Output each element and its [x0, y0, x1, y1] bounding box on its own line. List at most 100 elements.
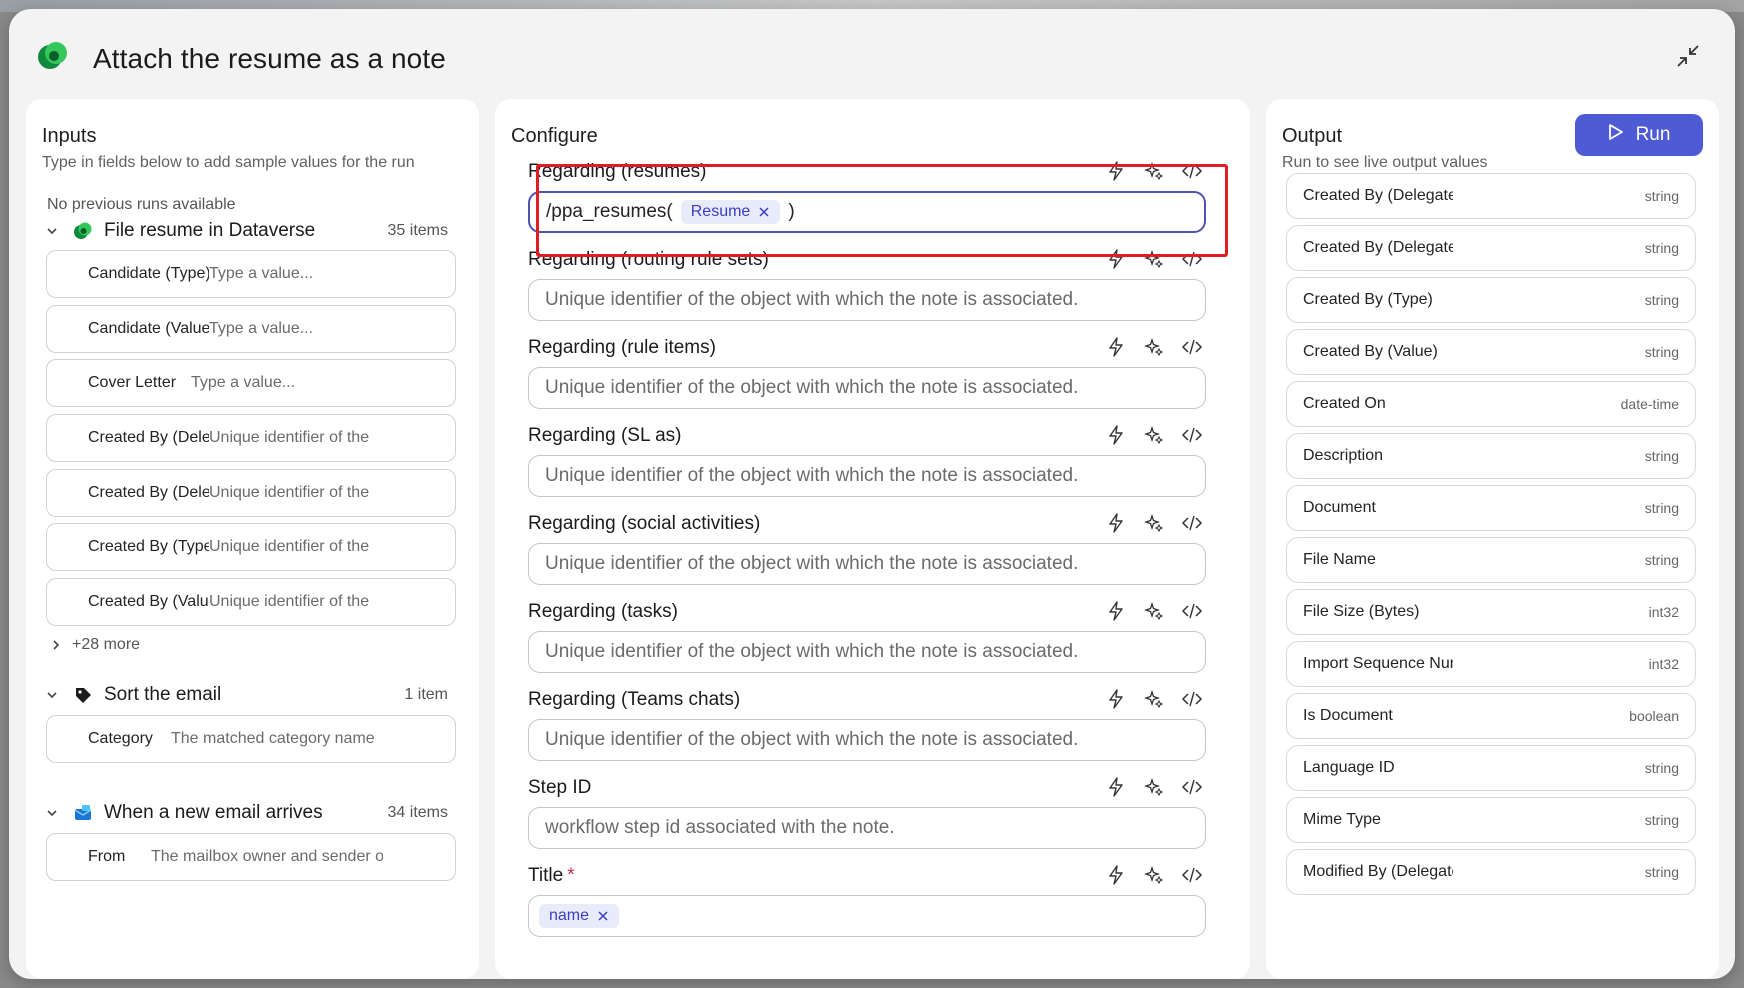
dialog-header: Attach the resume as a note	[9, 9, 1735, 99]
sparkle-icon[interactable]	[1142, 687, 1166, 711]
input-field[interactable]: Created By (Dele Unique identifier of th…	[46, 414, 456, 462]
lightning-icon[interactable]	[1104, 511, 1128, 535]
chevron-down-icon[interactable]	[42, 685, 62, 705]
output-item[interactable]: Description string	[1286, 433, 1696, 479]
input-value[interactable]: The mailbox owner and sender o	[151, 848, 383, 866]
regarding-resumes-input[interactable]: /ppa_resumes( Resume )	[528, 191, 1206, 233]
output-item[interactable]: File Name string	[1286, 537, 1696, 583]
lightning-icon[interactable]	[1104, 247, 1128, 271]
output-item[interactable]: Mime Type string	[1286, 797, 1696, 843]
lightning-icon[interactable]	[1104, 775, 1128, 799]
input-field[interactable]: Created By (Value Unique identifier of t…	[46, 578, 456, 626]
output-type: string	[1644, 864, 1679, 880]
sparkle-icon[interactable]	[1142, 423, 1166, 447]
input-value[interactable]: Unique identifier of the	[209, 429, 369, 447]
dataverse-icon	[72, 220, 94, 242]
input-field[interactable]: Created By (Type Unique identifier of th…	[46, 523, 456, 571]
input-field[interactable]: Candidate (Type) Type a value...	[46, 250, 456, 298]
output-item[interactable]: Created By (Type) string	[1286, 277, 1696, 323]
input-value[interactable]: Type a value...	[209, 320, 313, 338]
code-icon[interactable]	[1180, 863, 1204, 887]
field-label: Regarding (rule items)	[528, 337, 716, 358]
rule-items-input[interactable]: Unique identifier of the object with whi…	[528, 367, 1206, 409]
lightning-icon[interactable]	[1104, 863, 1128, 887]
action-dialog: Attach the resume as a note Inputs Type …	[9, 9, 1735, 979]
input-field[interactable]: Category The matched category name	[46, 715, 456, 763]
input-value[interactable]: Unique identifier of the	[209, 484, 369, 502]
code-icon[interactable]	[1180, 247, 1204, 271]
lightning-icon[interactable]	[1104, 599, 1128, 623]
sparkle-icon[interactable]	[1142, 335, 1166, 359]
output-type: string	[1644, 552, 1679, 568]
output-item[interactable]: Created By (Delegate) string	[1286, 225, 1696, 271]
run-button[interactable]: Run	[1575, 114, 1703, 156]
input-value[interactable]: Unique identifier of the	[209, 593, 369, 611]
title-label: Title	[528, 865, 564, 886]
output-item[interactable]: Created By (Value) string	[1286, 329, 1696, 375]
output-item[interactable]: Created On date-time	[1286, 381, 1696, 427]
code-icon[interactable]	[1180, 423, 1204, 447]
sparkle-icon[interactable]	[1142, 159, 1166, 183]
input-field[interactable]: From The mailbox owner and sender o	[46, 833, 456, 881]
output-type: string	[1644, 500, 1679, 516]
routing-rule-sets-input[interactable]: Unique identifier of the object with whi…	[528, 279, 1206, 321]
output-item[interactable]: File Size (Bytes) int32	[1286, 589, 1696, 635]
input-label: Created By (Dele	[88, 484, 209, 501]
input-value[interactable]: Type a value...	[191, 374, 295, 392]
chevron-down-icon[interactable]	[42, 221, 62, 241]
output-item[interactable]: Document string	[1286, 485, 1696, 531]
output-name: Created On	[1303, 395, 1386, 412]
input-value[interactable]: Type a value...	[209, 265, 313, 283]
output-item[interactable]: Import Sequence Number int32	[1286, 641, 1696, 687]
output-item[interactable]: Is Document boolean	[1286, 693, 1696, 739]
more-items-label[interactable]: +28 more	[72, 636, 140, 654]
token-label: Resume	[690, 203, 751, 220]
code-icon[interactable]	[1180, 511, 1204, 535]
output-item[interactable]: Modified By (Delegate) string	[1286, 849, 1696, 895]
code-icon[interactable]	[1180, 775, 1204, 799]
input-value[interactable]: Unique identifier of the	[209, 538, 369, 556]
code-icon[interactable]	[1180, 159, 1204, 183]
config-field-title: Title * name	[520, 855, 1220, 943]
remove-token-icon[interactable]	[597, 910, 609, 922]
config-field-step-id: Step ID workflow step id associated with…	[520, 767, 1220, 855]
dynamic-token[interactable]: name	[539, 904, 620, 928]
output-title: Output	[1282, 125, 1343, 147]
field-label: Step ID	[528, 777, 592, 798]
lightning-icon[interactable]	[1104, 159, 1128, 183]
sparkle-icon[interactable]	[1142, 511, 1166, 535]
step-id-input[interactable]: workflow step id associated with the not…	[528, 807, 1206, 849]
input-field[interactable]: Candidate (Value Type a value...	[46, 305, 456, 353]
code-icon[interactable]	[1180, 335, 1204, 359]
code-icon[interactable]	[1180, 599, 1204, 623]
more-items-link[interactable]: +28 more	[46, 635, 140, 655]
title-input[interactable]: name	[528, 895, 1206, 937]
code-icon[interactable]	[1180, 687, 1204, 711]
lightning-icon[interactable]	[1104, 335, 1128, 359]
lightning-icon[interactable]	[1104, 687, 1128, 711]
field-actions	[1104, 335, 1204, 359]
sparkle-icon[interactable]	[1142, 775, 1166, 799]
lightning-icon[interactable]	[1104, 423, 1128, 447]
social-activities-input[interactable]: Unique identifier of the object with whi…	[528, 543, 1206, 585]
chevron-down-icon[interactable]	[42, 803, 62, 823]
tasks-input[interactable]: Unique identifier of the object with whi…	[528, 631, 1206, 673]
sparkle-icon[interactable]	[1142, 247, 1166, 271]
sparkle-icon[interactable]	[1142, 599, 1166, 623]
output-item[interactable]: Language ID string	[1286, 745, 1696, 791]
group-sort-email[interactable]: Sort the email 1 item	[42, 681, 462, 709]
output-item[interactable]: Created By (Delegate) string	[1286, 173, 1696, 219]
output-name: Language ID	[1303, 759, 1395, 776]
remove-token-icon[interactable]	[758, 206, 770, 218]
teams-chats-input[interactable]: Unique identifier of the object with whi…	[528, 719, 1206, 761]
dynamic-token[interactable]: Resume	[680, 200, 781, 224]
collapse-icon[interactable]	[1671, 39, 1705, 73]
input-field[interactable]: Cover Letter Type a value...	[46, 359, 456, 407]
sla-input[interactable]: Unique identifier of the object with whi…	[528, 455, 1206, 497]
input-field[interactable]: Created By (Dele Unique identifier of th…	[46, 469, 456, 517]
chevron-right-icon[interactable]	[46, 635, 66, 655]
group-file-resume[interactable]: File resume in Dataverse 35 items	[42, 217, 462, 245]
sparkle-icon[interactable]	[1142, 863, 1166, 887]
input-value[interactable]: The matched category name	[171, 730, 375, 748]
group-new-email[interactable]: When a new email arrives 34 items	[42, 799, 462, 827]
